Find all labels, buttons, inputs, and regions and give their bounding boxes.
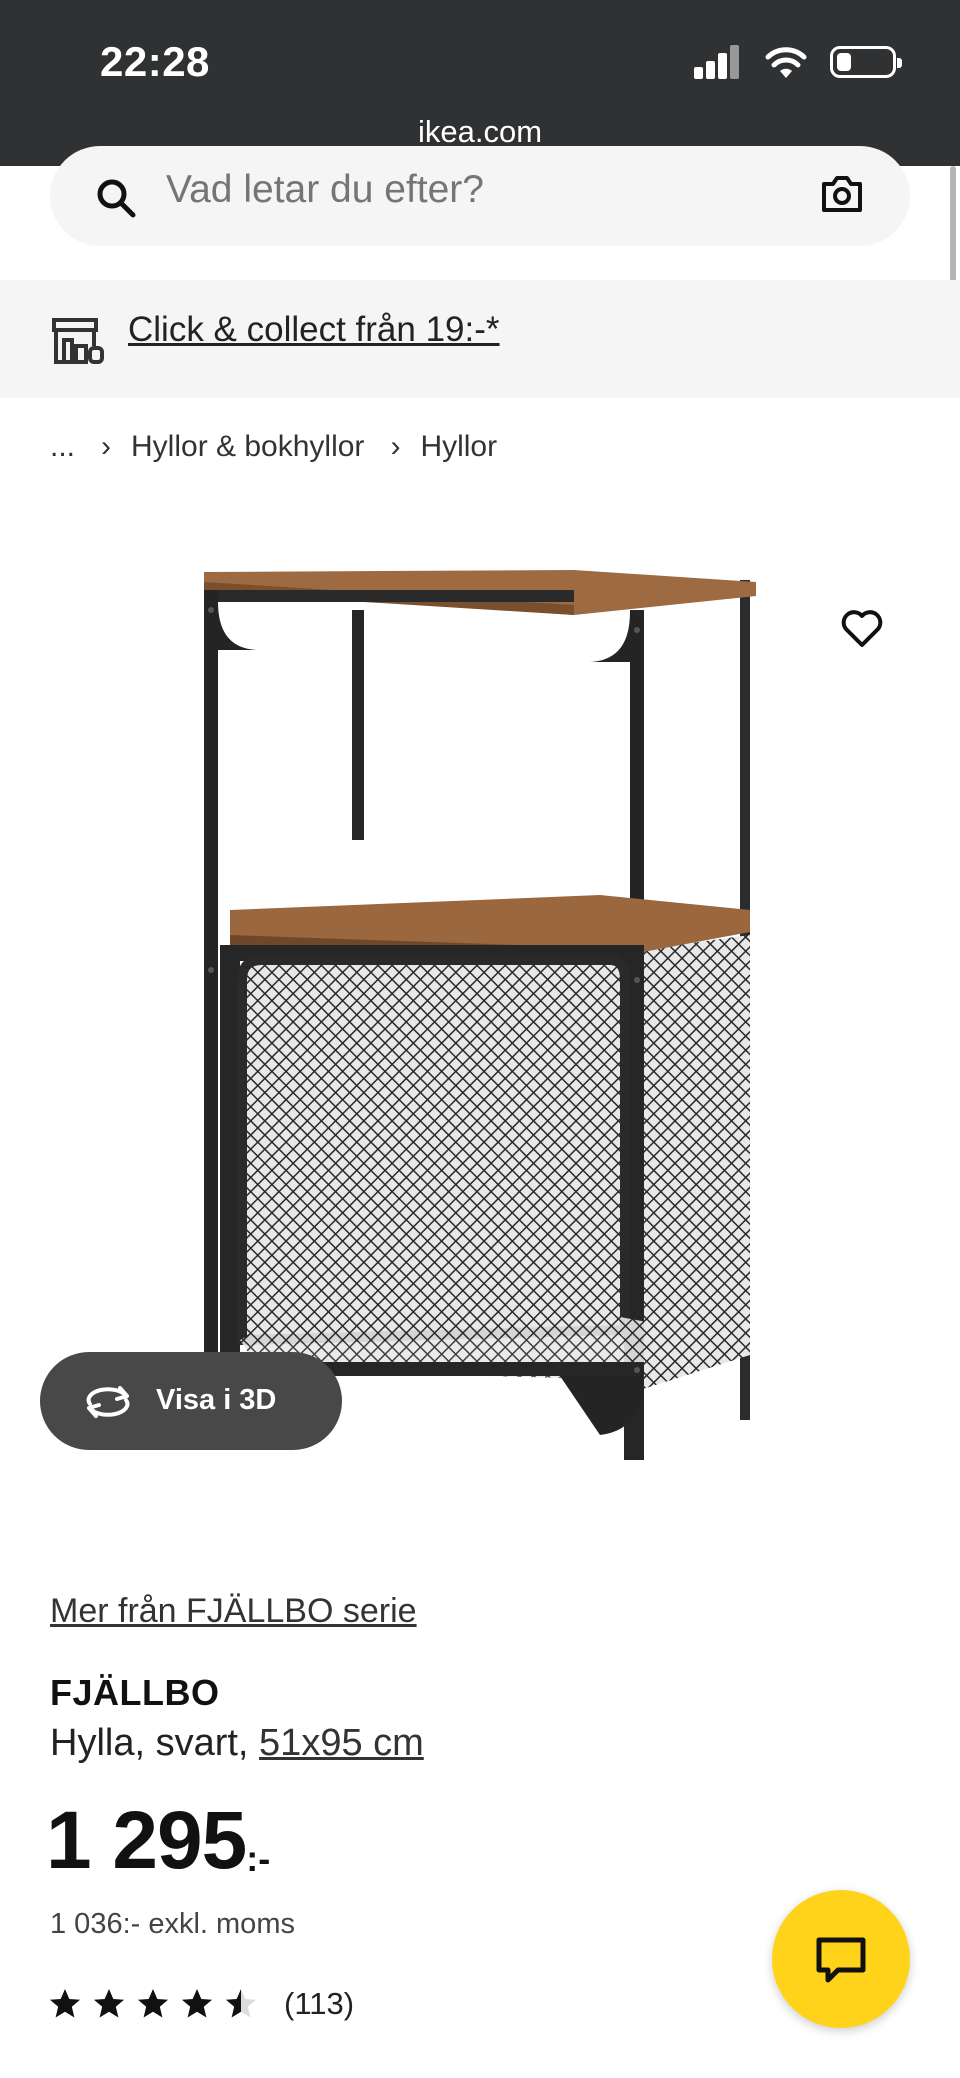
rating-stars xyxy=(48,1987,258,2021)
wifi-icon xyxy=(765,47,807,78)
product-description: Hylla, svart, 51x95 cm xyxy=(50,1722,424,1765)
star-icon xyxy=(226,1989,256,2018)
click-collect-banner[interactable]: Click & collect från 19:-* xyxy=(0,280,960,398)
product-name: FJÄLLBO xyxy=(50,1672,220,1713)
product-rating[interactable]: (113) xyxy=(48,1986,354,2022)
status-icons xyxy=(694,44,902,80)
view-in-3d-label: Visa i 3D xyxy=(156,1384,277,1416)
browser-url[interactable]: ikea.com xyxy=(0,114,960,150)
click-collect-link[interactable]: Click & collect från 19:-* xyxy=(128,310,500,350)
product-size-link[interactable]: 51x95 cm xyxy=(259,1722,424,1764)
breadcrumb-separator: › xyxy=(390,430,401,463)
star-icon xyxy=(138,1989,168,2018)
search-bar[interactable] xyxy=(50,146,910,246)
heart-icon[interactable] xyxy=(838,604,886,652)
view-in-3d-button[interactable]: Visa i 3D xyxy=(40,1352,342,1450)
series-link[interactable]: Mer från FJÄLLBO serie xyxy=(50,1592,417,1631)
breadcrumb-item-hyllor[interactable]: Hyllor xyxy=(420,430,497,464)
battery-icon xyxy=(830,46,902,78)
search-section xyxy=(0,146,960,280)
rating-count[interactable]: (113) xyxy=(284,1986,354,2022)
product-image[interactable] xyxy=(180,540,780,1480)
signal-icon xyxy=(694,45,742,79)
price-excl-vat: 1 036:- exkl. moms xyxy=(50,1908,295,1940)
star-icon xyxy=(94,1989,124,2018)
breadcrumb-item-hyllor-bokhyllor[interactable]: Hyllor & bokhyllor xyxy=(131,430,364,464)
price-value: 1 295 xyxy=(46,1795,247,1886)
chat-icon xyxy=(816,1937,866,1983)
price-suffix: :- xyxy=(246,1838,271,1879)
breadcrumb-ellipsis[interactable]: ... xyxy=(50,430,75,464)
status-time: 22:28 xyxy=(100,38,210,85)
chat-button[interactable] xyxy=(772,1890,910,2028)
rotate-3d-icon xyxy=(86,1386,130,1418)
star-icon xyxy=(182,1989,212,2018)
product-price: 1 295 :- xyxy=(46,1800,270,1882)
search-input[interactable] xyxy=(166,168,786,212)
store-icon xyxy=(52,318,104,364)
star-icon xyxy=(50,1989,80,2018)
status-bar: 22:28 ikea.com xyxy=(0,0,960,166)
breadcrumb: ... › Hyllor & bokhyllor › Hyllor xyxy=(50,430,497,464)
search-icon[interactable] xyxy=(94,176,138,220)
camera-icon[interactable] xyxy=(818,170,866,218)
product-description-text: Hylla, svart, xyxy=(50,1722,249,1764)
breadcrumb-separator: › xyxy=(101,430,112,463)
